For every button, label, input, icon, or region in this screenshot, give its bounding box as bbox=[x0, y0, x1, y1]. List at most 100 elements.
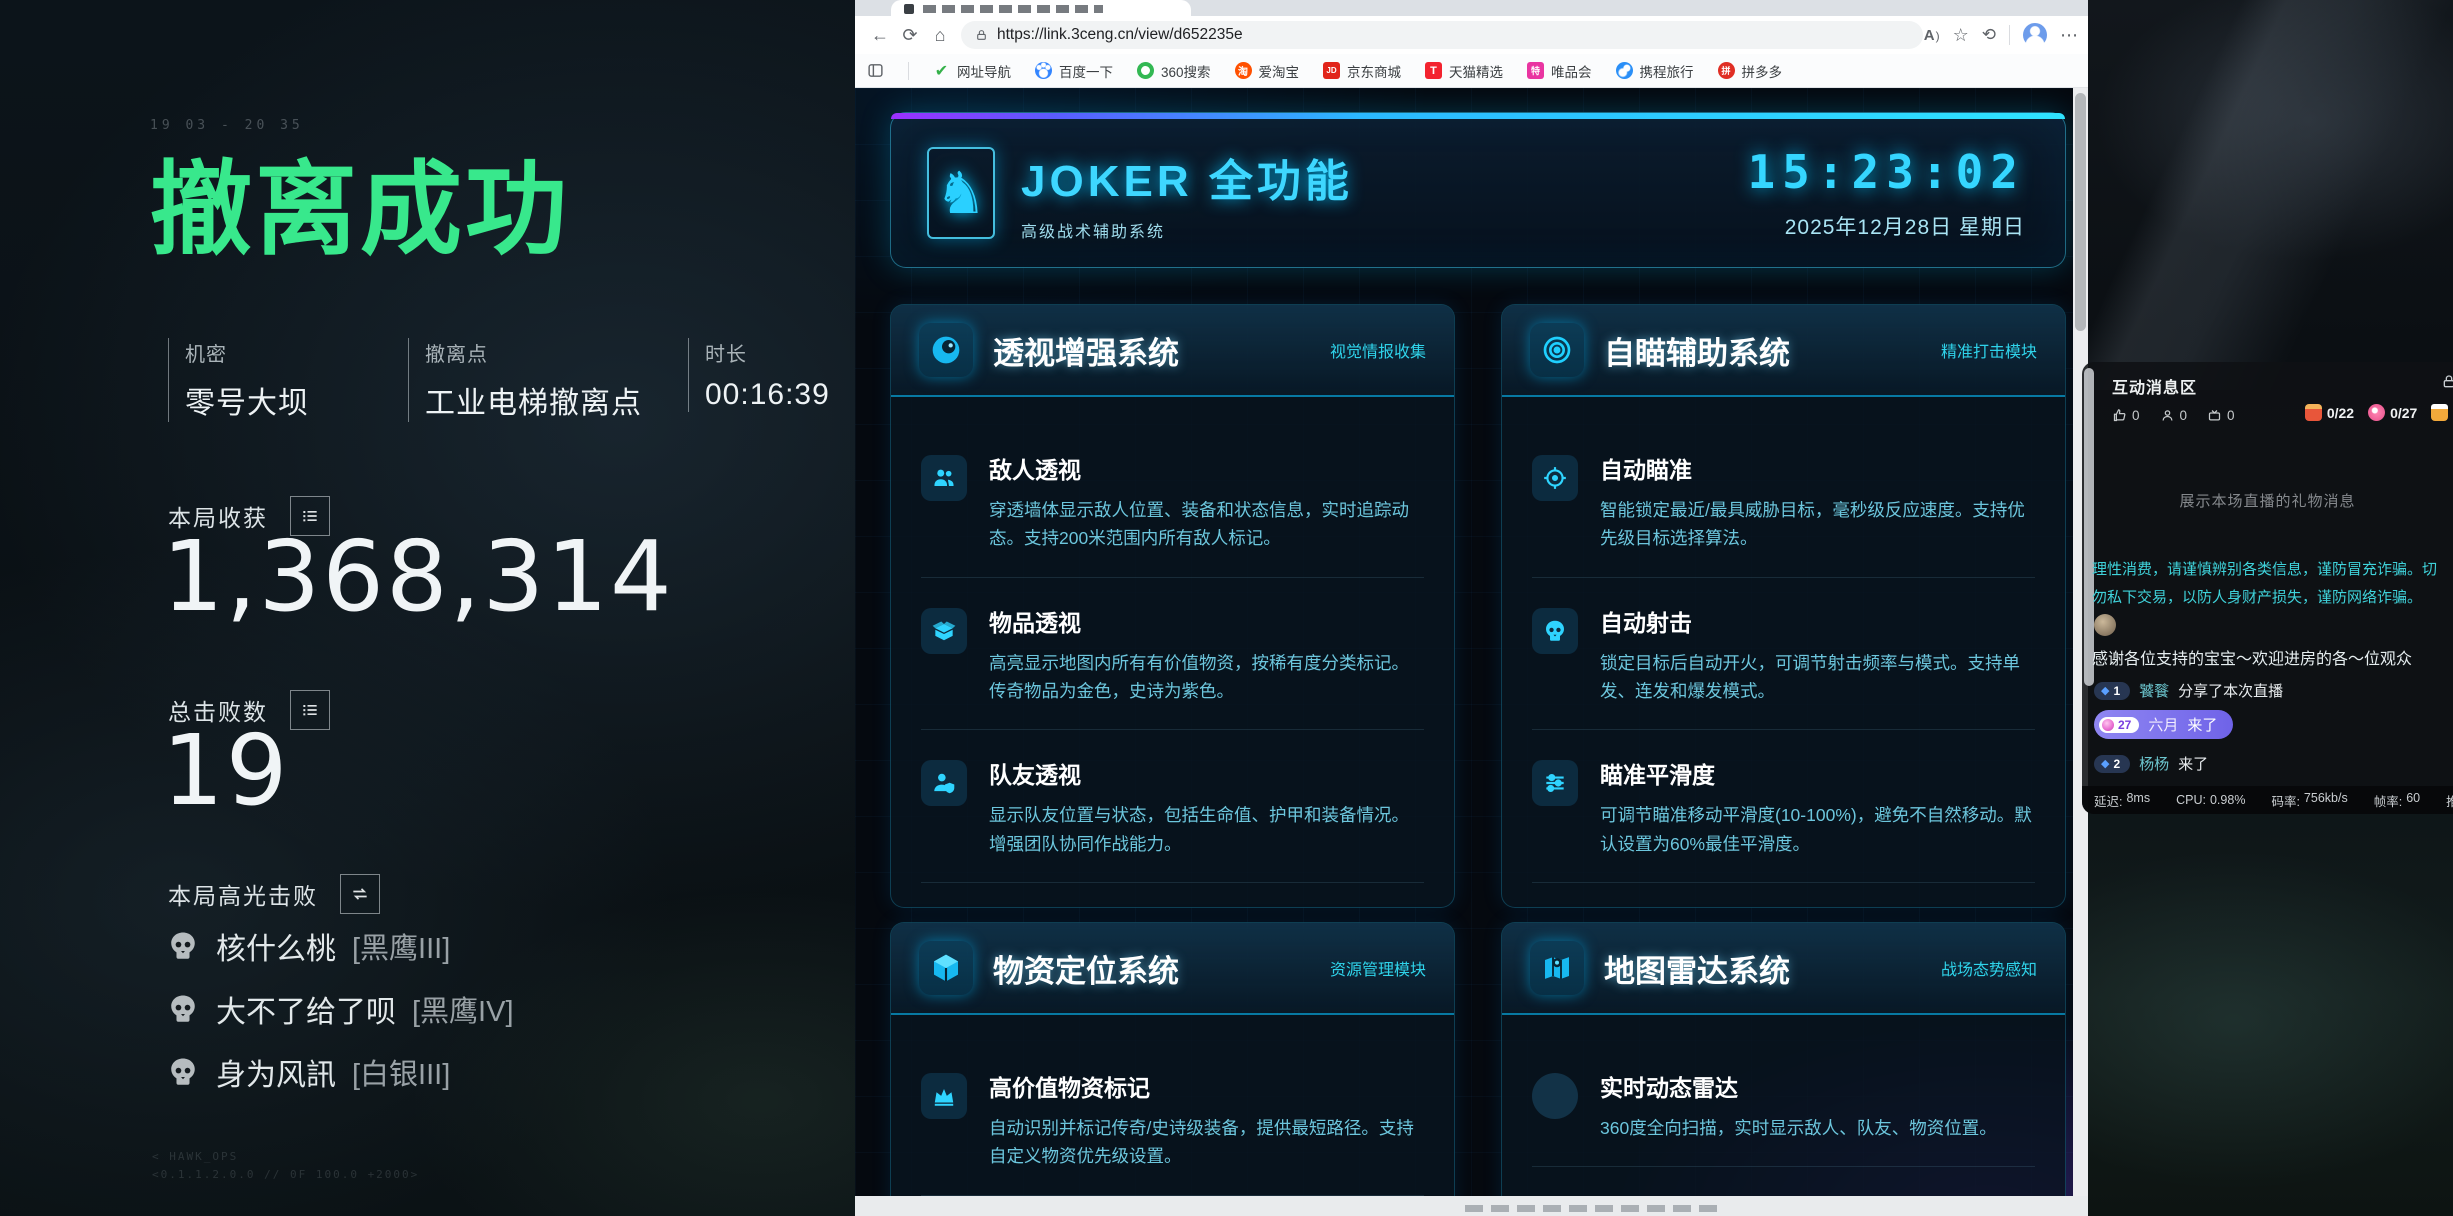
chat-text: 来了 bbox=[2187, 714, 2217, 735]
crown-icon bbox=[921, 1073, 967, 1119]
card-tag: 视觉情报收集 bbox=[1330, 338, 1426, 362]
card-title: 自瞄辅助系统 bbox=[1604, 328, 1921, 373]
highlight-label: 本局高光击败 bbox=[168, 877, 318, 911]
chat-text: 来了 bbox=[2178, 753, 2208, 774]
feature-enemy-esp: 敌人透视 穿透墙体显示敌人位置、装备和状态信息，实时追踪动态。支持200米范围内… bbox=[921, 425, 1424, 577]
browser-tab-strip bbox=[855, 0, 2088, 16]
feature-auto-fire: 自动射击 锁定目标后自动开火，可调节射击频率与模式。支持单发、连发和爆发模式。 bbox=[1532, 577, 2035, 730]
bookmark-item[interactable]: 百度一下 bbox=[1035, 61, 1113, 81]
bookmark-item[interactable]: 爱淘宝 bbox=[1235, 61, 1300, 81]
cube-icon bbox=[919, 941, 973, 995]
bookmark-item[interactable]: 拼多多 bbox=[1718, 61, 1783, 81]
tab-favicon bbox=[904, 4, 914, 14]
gem-icon bbox=[2102, 719, 2114, 731]
navbar-divider bbox=[2009, 25, 2010, 45]
bookmark-item[interactable]: 天猫精选 bbox=[1425, 61, 1503, 81]
baidu-favicon bbox=[1035, 62, 1052, 79]
fps-stat: 帧率:60 bbox=[2374, 791, 2420, 810]
kill-rank: [白银III] bbox=[352, 1051, 450, 1093]
card-tag: 资源管理模块 bbox=[1330, 956, 1426, 980]
counter-value: 0 bbox=[2227, 408, 2235, 423]
stat-value: 零号大坝 bbox=[185, 378, 309, 422]
home-icon[interactable]: ⌂ bbox=[925, 20, 955, 50]
stat-extraction-point: 撤离点 工业电梯撤离点 bbox=[408, 338, 642, 422]
bookmark-item[interactable]: 京东商城 bbox=[1323, 61, 1401, 81]
panel-scrollbar-thumb[interactable] bbox=[2084, 368, 2094, 686]
badge-level: 1 bbox=[2113, 684, 2120, 698]
lollipop-counter: 0/27 bbox=[2368, 404, 2417, 421]
feature-distance-adjust: 距离调节 动态调节透视范围（50-500米），优化性能与情报覆盖。默认设置为20… bbox=[921, 882, 1424, 908]
list-icon[interactable] bbox=[290, 690, 330, 730]
card-title: 透视增强系统 bbox=[993, 328, 1310, 373]
kill-rank: [黑鹰III] bbox=[352, 925, 450, 967]
360-favicon bbox=[1137, 62, 1154, 79]
counter-value: 0 bbox=[2180, 408, 2188, 423]
bookmark-label: 携程旅行 bbox=[1640, 61, 1694, 81]
lock-icon[interactable] bbox=[2441, 374, 2453, 390]
url-text: https://link.3ceng.cn/view/d652235e bbox=[997, 26, 1243, 44]
sliders-icon bbox=[1532, 760, 1578, 806]
card-vision-system: 透视增强系统 视觉情报收集 敌人透视 穿透墙体显示敌人位置、装备和状态信息，实时… bbox=[890, 304, 1455, 908]
feature-desc: 可调节瞄准移动平滑度(10-100%)，避免不自然移动。默认设置为60%最佳平滑… bbox=[1600, 801, 2035, 858]
viewers-counter: 0 bbox=[2160, 408, 2188, 423]
favorite-star-icon[interactable]: ☆ bbox=[1953, 25, 1969, 46]
tv-icon bbox=[2207, 408, 2222, 423]
stat-label: 机密 bbox=[185, 338, 309, 367]
skull-icon bbox=[166, 1055, 200, 1089]
chat-message-highlight: 27 六月 来了 bbox=[2094, 710, 2233, 739]
card-title: 物资定位系统 bbox=[993, 946, 1310, 991]
card-header: 地图雷达系统 战场态势感知 bbox=[1502, 923, 2065, 1015]
jd-favicon bbox=[1323, 62, 1340, 79]
stat-label: 撤离点 bbox=[425, 338, 642, 367]
bookmark-label: 天猫精选 bbox=[1449, 61, 1503, 81]
feature-title: 实时动态雷达 bbox=[1600, 1069, 1997, 1103]
browser-tab[interactable] bbox=[891, 0, 1191, 16]
card-tag: 战场态势感知 bbox=[1941, 956, 2037, 980]
feature-desc: 自动识别并标记传奇/史诗级装备，提供最短路径。支持自定义物资优先级设置。 bbox=[989, 1114, 1424, 1171]
extraction-result-title: 撤离成功 bbox=[150, 152, 570, 269]
feature-aim-priority: 瞄准优先级 支持头部/胸部/身体优先级选择，最大化伤害输出。默认设置为头部优先模… bbox=[1532, 882, 2035, 908]
level-badge: ◆1 bbox=[2094, 682, 2130, 700]
feature-item-esp: 物品透视 高亮显示地图内所有有价值物资，按稀有度分类标记。传奇物品为金色，史诗为… bbox=[921, 577, 1424, 730]
chat-username: 六月 bbox=[2148, 714, 2178, 735]
ellipsis-icon[interactable]: ⋯ bbox=[2060, 25, 2078, 46]
diamond-icon: ◆ bbox=[2101, 684, 2109, 697]
lock-icon bbox=[975, 28, 988, 43]
read-aloud-icon[interactable]: A bbox=[1924, 27, 1940, 44]
browser-window: ← ⟳ ⌂ https://link.3ceng.cn/view/d652235… bbox=[855, 0, 2088, 1216]
refresh-circle-icon[interactable]: ⟲ bbox=[1982, 25, 1996, 45]
sidebar-toggle-icon[interactable] bbox=[867, 62, 884, 79]
entry-highlight-pill: 27 六月 来了 bbox=[2094, 710, 2233, 739]
extraction-result-hud: 19 03 - 20 35 撤离成功 机密 零号大坝 撤离点 工业电梯撤离点 时… bbox=[0, 0, 855, 1216]
bookmark-label: 拼多多 bbox=[1742, 61, 1783, 81]
chat-text: 分享了本次直播 bbox=[2178, 680, 2283, 701]
address-bar[interactable]: https://link.3ceng.cn/view/d652235e bbox=[961, 21, 1923, 49]
bookmark-item[interactable]: 网址导航 bbox=[933, 61, 1011, 81]
bullseye-icon bbox=[1530, 323, 1584, 377]
bookmarks-bar: 网址导航 百度一下 360搜索 爱淘宝 京东商城 天猫精选 唯品会 携程旅行 拼… bbox=[855, 54, 2088, 88]
refresh-icon[interactable]: ⟳ bbox=[895, 20, 925, 50]
feature-title: 队友透视 bbox=[989, 756, 1424, 790]
swap-icon[interactable] bbox=[340, 874, 380, 914]
bookmark-item[interactable]: 360搜索 bbox=[1137, 61, 1211, 81]
hero-banner: ♞ JOKER 全功能 高级战术辅助系统 15:23:02 2025年12月28… bbox=[890, 112, 2066, 268]
navbar-right-controls: A ☆ ⟲ ⋯ bbox=[1924, 23, 2078, 47]
stream-stats-bar: 延迟:8ms CPU:0.98% 码率:756kb/s 帧率:60 推流帧率:6 bbox=[2082, 786, 2453, 814]
bookmark-item[interactable]: 携程旅行 bbox=[1616, 61, 1694, 81]
bookmark-label: 网址导航 bbox=[957, 61, 1011, 81]
bookmark-item[interactable]: 唯品会 bbox=[1527, 61, 1592, 81]
feature-title: 瞄准平滑度 bbox=[1600, 756, 2035, 790]
scrollbar-thumb[interactable] bbox=[2075, 93, 2086, 331]
skull-icon bbox=[166, 929, 200, 963]
gift-message-placeholder: 展示本场直播的礼物消息 bbox=[2082, 490, 2453, 511]
feature-title: 高价值物资标记 bbox=[989, 1069, 1424, 1103]
lollipop-icon bbox=[2368, 404, 2385, 421]
hud-faint-code: < HAWK_OPS bbox=[152, 1150, 238, 1163]
beer-counter: 0/ bbox=[2431, 404, 2453, 421]
streamer-avatar[interactable] bbox=[2094, 614, 2116, 636]
back-icon[interactable]: ← bbox=[865, 20, 895, 50]
stat-value: 00:16:39 bbox=[705, 378, 830, 412]
profile-avatar[interactable] bbox=[2023, 23, 2047, 47]
viewer-icon bbox=[2160, 408, 2175, 423]
browser-bottom-bar bbox=[855, 1196, 2088, 1216]
